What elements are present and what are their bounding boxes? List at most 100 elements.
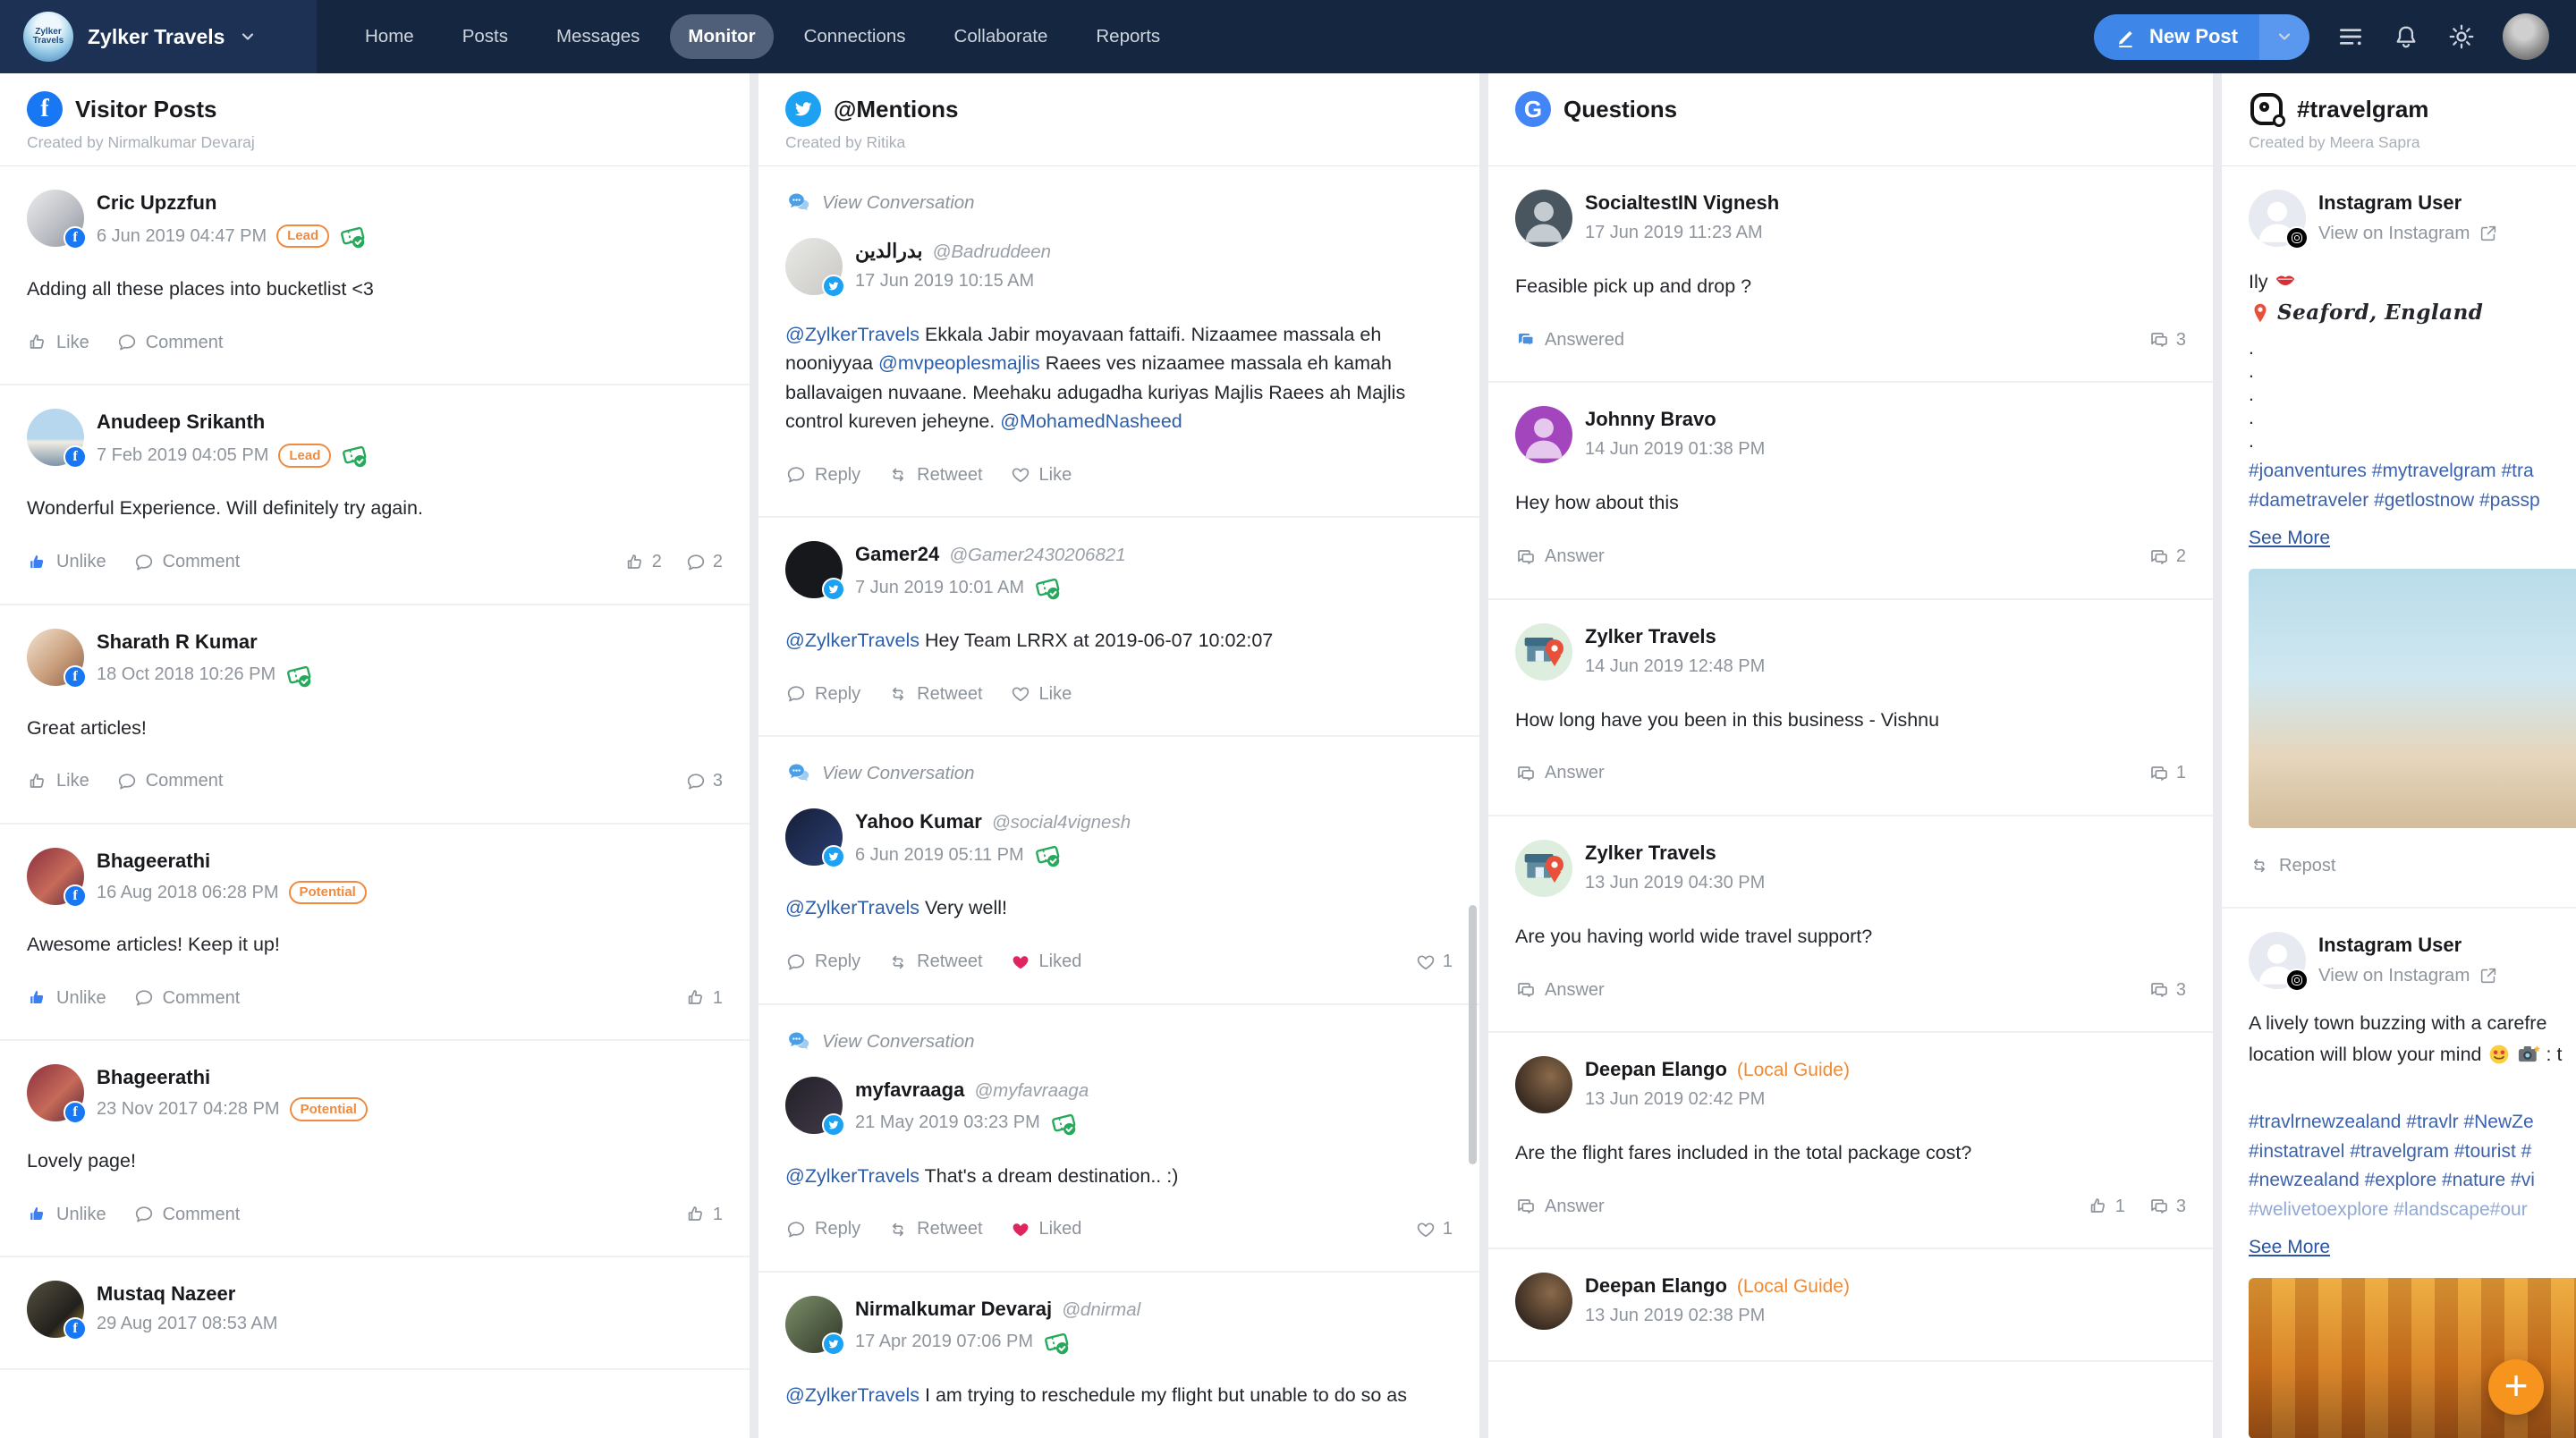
notifications-bell-icon[interactable] xyxy=(2392,22,2420,51)
nav-item-posts[interactable]: Posts xyxy=(445,14,526,59)
avatar[interactable] xyxy=(785,1076,845,1137)
activity-list-icon[interactable] xyxy=(2336,22,2365,51)
author-name[interactable]: Bhageerathi xyxy=(97,850,367,873)
hashtags[interactable]: #joanventures #mytravelgram #tra xyxy=(2249,457,2576,486)
nav-item-home[interactable]: Home xyxy=(347,14,432,59)
avatar[interactable] xyxy=(1515,839,1572,897)
retweet-button[interactable]: Retweet xyxy=(887,952,983,973)
author-name[interactable]: Zylker Travels xyxy=(1585,625,1765,648)
author-name[interactable]: Yahoo Kumar xyxy=(855,810,982,833)
avatar[interactable] xyxy=(1515,406,1572,464)
author-name[interactable]: Gamer24 xyxy=(855,543,939,566)
author-name[interactable]: Mustaq Nazeer xyxy=(97,1282,277,1306)
author-handle[interactable]: @Gamer2430206821 xyxy=(949,545,1125,566)
like-button[interactable]: Like xyxy=(1010,464,1072,486)
author-name[interactable]: Instagram User xyxy=(2318,934,2498,957)
retweet-button[interactable]: Retweet xyxy=(887,1219,983,1240)
hashtags[interactable]: #dametraveler #getlostnow #passp xyxy=(2249,486,2576,516)
unlike-button[interactable]: Unlike xyxy=(27,552,106,573)
author-name[interactable]: Deepan Elango xyxy=(1585,1274,1727,1298)
nav-item-collaborate[interactable]: Collaborate xyxy=(936,14,1066,59)
hashtags[interactable]: #instatravel #travelgram #tourist # xyxy=(2249,1138,2576,1167)
retweet-button[interactable]: Retweet xyxy=(887,683,983,705)
avatar[interactable] xyxy=(785,808,845,869)
new-post-dropdown[interactable] xyxy=(2259,13,2309,60)
reply-button[interactable]: Reply xyxy=(785,952,860,973)
repost-button[interactable]: Repost xyxy=(2249,855,2576,876)
reply-button[interactable]: Reply xyxy=(785,683,860,705)
author-name[interactable]: Instagram User xyxy=(2318,191,2498,215)
avatar[interactable]: f xyxy=(27,409,87,469)
nav-item-connections[interactable]: Connections xyxy=(786,14,924,59)
comment-button[interactable]: Comment xyxy=(133,552,240,573)
avatar[interactable] xyxy=(2249,190,2309,250)
author-name[interactable]: Sharath R Kumar xyxy=(97,630,312,654)
column-scrollbar[interactable] xyxy=(1469,905,1477,1164)
view-conversation-link[interactable]: View Conversation xyxy=(785,1028,1453,1055)
nav-item-reports[interactable]: Reports xyxy=(1078,14,1178,59)
author-handle[interactable]: @dnirmal xyxy=(1062,1299,1140,1321)
comment-button[interactable]: Comment xyxy=(133,1204,240,1225)
view-conversation-link[interactable]: View Conversation xyxy=(785,190,1453,216)
like-button[interactable]: Like xyxy=(27,771,89,792)
avatar[interactable]: f xyxy=(27,1064,87,1124)
author-name[interactable]: Deepan Elango xyxy=(1585,1058,1727,1081)
author-name[interactable]: Cric Upzzfun xyxy=(97,191,366,215)
author-name[interactable]: myfavraaga xyxy=(855,1078,964,1102)
answered-status[interactable]: Answered xyxy=(1515,329,1624,351)
view-on-instagram-link[interactable]: View on Instagram xyxy=(2318,965,2498,986)
comment-button[interactable]: Comment xyxy=(116,332,223,353)
answer-button[interactable]: Answer xyxy=(1515,1196,1605,1217)
brand-switcher[interactable]: Zylker Travels Zylker Travels xyxy=(0,0,317,73)
hashtags[interactable]: #newzealand #explore #nature #vi xyxy=(2249,1166,2576,1196)
reply-button[interactable]: Reply xyxy=(785,1219,860,1240)
author-name[interactable]: Zylker Travels xyxy=(1585,842,1765,865)
new-post-button[interactable]: New Post xyxy=(2093,13,2309,60)
author-name[interactable]: Johnny Bravo xyxy=(1585,408,1765,431)
hashtags[interactable]: #welivetoexplore #landscape#our xyxy=(2249,1196,2576,1225)
view-conversation-link[interactable]: View Conversation xyxy=(785,760,1453,787)
see-more-link[interactable]: See More xyxy=(2249,1237,2330,1258)
avatar[interactable]: f xyxy=(27,628,87,689)
avatar[interactable] xyxy=(1515,622,1572,681)
settings-gear-icon[interactable] xyxy=(2447,22,2476,51)
avatar[interactable]: f xyxy=(27,1281,87,1341)
avatar[interactable] xyxy=(785,1295,845,1356)
author-name[interactable]: Nirmalkumar Devaraj xyxy=(855,1298,1052,1321)
unlike-button[interactable]: Unlike xyxy=(27,987,106,1009)
author-handle[interactable]: @Badruddeen xyxy=(933,241,1052,263)
author-handle[interactable]: @myfavraaga xyxy=(974,1080,1089,1102)
answer-button[interactable]: Answer xyxy=(1515,979,1605,1001)
avatar[interactable]: f xyxy=(27,190,87,250)
avatar[interactable] xyxy=(785,541,845,601)
answer-button[interactable]: Answer xyxy=(1515,546,1605,568)
like-button[interactable]: Like xyxy=(27,332,89,353)
comment-button[interactable]: Comment xyxy=(133,987,240,1009)
unlike-button[interactable]: Unlike xyxy=(27,1204,106,1225)
avatar[interactable] xyxy=(2249,932,2309,993)
see-more-link[interactable]: See More xyxy=(2249,528,2330,549)
view-on-instagram-link[interactable]: View on Instagram xyxy=(2318,223,2498,244)
avatar[interactable] xyxy=(1515,190,1572,247)
avatar[interactable] xyxy=(1515,1273,1572,1331)
retweet-button[interactable]: Retweet xyxy=(887,464,983,486)
hashtags[interactable]: #travlrnewzealand #travlr #NewZe xyxy=(2249,1108,2576,1138)
nav-item-messages[interactable]: Messages xyxy=(538,14,657,59)
avatar[interactable] xyxy=(1515,1056,1572,1113)
liked-button[interactable]: Liked xyxy=(1010,1219,1081,1240)
author-name[interactable]: بدرالدين xyxy=(855,240,923,263)
reply-button[interactable]: Reply xyxy=(785,464,860,486)
comment-button[interactable]: Comment xyxy=(116,771,223,792)
nav-item-monitor[interactable]: Monitor xyxy=(670,14,774,59)
new-item-fab[interactable]: + xyxy=(2488,1359,2544,1415)
author-handle[interactable]: @social4vignesh xyxy=(992,812,1131,833)
avatar[interactable]: f xyxy=(27,847,87,908)
liked-button[interactable]: Liked xyxy=(1010,952,1081,973)
user-avatar[interactable] xyxy=(2503,13,2549,60)
like-button[interactable]: Like xyxy=(1010,683,1072,705)
answer-button[interactable]: Answer xyxy=(1515,763,1605,784)
avatar[interactable] xyxy=(785,238,845,298)
author-name[interactable]: Anudeep Srikanth xyxy=(97,410,368,434)
author-name[interactable]: SocialtestIN Vignesh xyxy=(1585,191,1779,215)
author-name[interactable]: Bhageerathi xyxy=(97,1066,368,1089)
